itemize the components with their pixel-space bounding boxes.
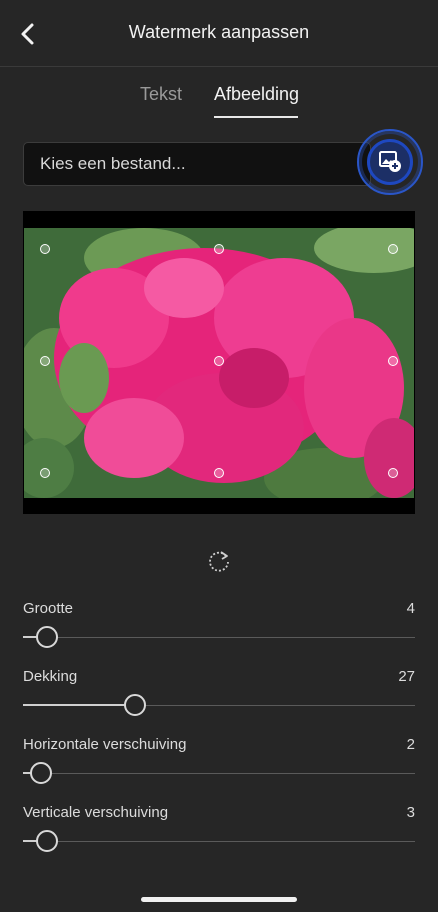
watermark-preview: [23, 211, 415, 514]
crop-handle-bottom-left[interactable]: [40, 468, 50, 478]
add-image-icon: [367, 139, 413, 185]
preview-photo: [24, 228, 414, 498]
tab-selected-indicator: [214, 116, 298, 118]
slider-fill: [23, 704, 135, 706]
crop-handle-center[interactable]: [214, 356, 224, 366]
header-bar: Watermerk aanpassen: [0, 0, 438, 67]
slider-label: Verticale verschuiving: [23, 804, 169, 821]
crop-handle-bottom-center[interactable]: [214, 468, 224, 478]
home-indicator[interactable]: [141, 897, 297, 902]
slider-horizontale-verschuiving: Horizontale verschuiving 2: [23, 736, 415, 796]
crop-handle-middle-left[interactable]: [40, 356, 50, 366]
slider-label: Horizontale verschuiving: [23, 736, 187, 753]
crop-handle-middle-right[interactable]: [388, 356, 398, 366]
slider-verticale-verschuiving: Verticale verschuiving 3: [23, 804, 415, 864]
slider-thumb[interactable]: [30, 762, 52, 784]
slider-value: 2: [406, 736, 415, 753]
slider-thumb[interactable]: [124, 694, 146, 716]
add-image-button[interactable]: [357, 129, 423, 195]
rotate-icon[interactable]: [206, 548, 232, 574]
slider-value: 4: [406, 600, 415, 617]
page-title: Watermerk aanpassen: [128, 22, 310, 42]
tab-tekst[interactable]: Tekst: [140, 84, 182, 105]
crop-handle-top-right[interactable]: [388, 244, 398, 254]
crop-handle-top-left[interactable]: [40, 244, 50, 254]
slider-track[interactable]: [23, 841, 415, 842]
crop-handle-bottom-right[interactable]: [388, 468, 398, 478]
slider-grootte: Grootte 4: [23, 600, 415, 660]
slider-value: 27: [398, 668, 415, 685]
file-chooser-field[interactable]: Kies een bestand...: [23, 142, 371, 186]
slider-track[interactable]: [23, 637, 415, 638]
crop-handle-top-center[interactable]: [214, 244, 224, 254]
slider-track[interactable]: [23, 773, 415, 774]
slider-dekking: Dekking 27: [23, 668, 415, 728]
slider-label: Dekking: [23, 668, 78, 685]
slider-label: Grootte: [23, 600, 74, 617]
slider-thumb[interactable]: [36, 830, 58, 852]
tab-bar: Tekst Afbeelding: [0, 84, 438, 124]
tab-afbeelding[interactable]: Afbeelding: [214, 84, 299, 105]
slider-value: 3: [406, 804, 415, 821]
slider-thumb[interactable]: [36, 626, 58, 648]
